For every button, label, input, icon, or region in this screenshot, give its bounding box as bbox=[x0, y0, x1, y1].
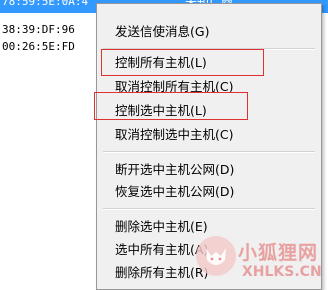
menu-separator bbox=[103, 151, 315, 153]
mac-address-cell: 78:59:5E:0A:4 bbox=[2, 0, 89, 8]
menu-separator bbox=[103, 208, 315, 210]
highlight-box-control-selected bbox=[94, 92, 248, 120]
menu-item-disconnect-selected-internet[interactable]: 断开选中主机公网(D) bbox=[115, 159, 315, 181]
watermark: 小狐狸网 XHLKS.CN bbox=[196, 232, 328, 290]
menu-item-send-message[interactable]: 发送信使消息(G) bbox=[115, 21, 315, 43]
menu-item-restore-selected-internet[interactable]: 恢复选中主机公网(D) bbox=[115, 181, 315, 203]
mac-address-cell: 00:26:5E:FD bbox=[2, 40, 75, 53]
menu-item-uncontrol-selected-hosts[interactable]: 取消控制选中主机(C) bbox=[115, 124, 315, 146]
highlight-box-control-all bbox=[101, 49, 264, 76]
watermark-chinese-text: 小狐狸网 bbox=[238, 242, 319, 264]
fox-logo-icon bbox=[206, 248, 226, 265]
watermark-domain-text: XHLKS.CN bbox=[242, 264, 322, 280]
